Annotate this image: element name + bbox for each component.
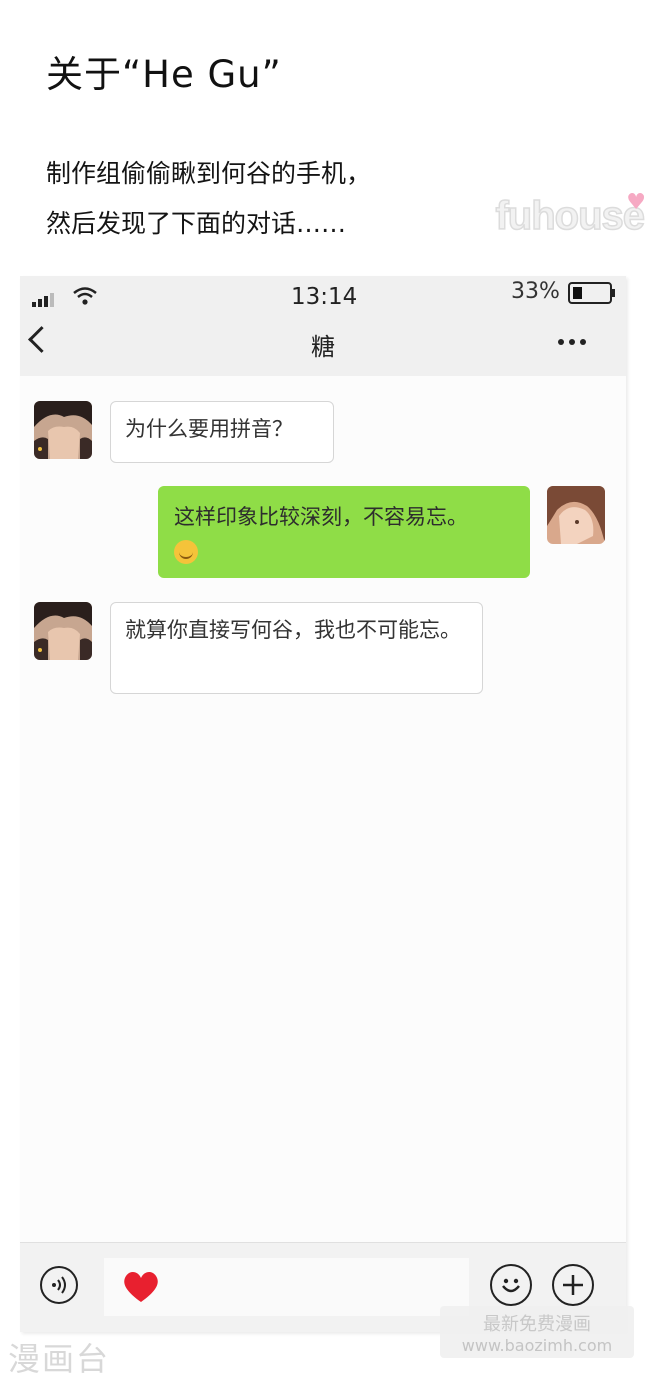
message-text: 为什么要用拼音？	[125, 417, 293, 441]
baozimh-watermark: 最新免费漫画 www.baozimh.com	[440, 1306, 634, 1358]
chat-title: 糖	[311, 333, 335, 361]
smile-emoji-icon	[174, 540, 198, 564]
contact-avatar[interactable]	[34, 401, 92, 459]
message-text: 这样印象比较深刻，不容易忘。	[174, 505, 468, 529]
status-time: 13:14	[291, 284, 358, 310]
baozimh-watermark-line2: www.baozimh.com	[461, 1336, 613, 1355]
message-bubble-received: 为什么要用拼音？	[110, 401, 334, 463]
heart-icon[interactable]	[122, 1270, 160, 1308]
more-options-icon[interactable]	[558, 339, 586, 345]
message-bubble-sent: 这样印象比较深刻，不容易忘。	[158, 486, 530, 578]
fuhouse-watermark: fuhouse	[495, 193, 646, 239]
baozimh-watermark-line1: 最新免费漫画	[483, 1314, 591, 1335]
battery-percent: 33%	[511, 279, 560, 304]
status-and-nav-bar: 13:14 33% 糖	[20, 276, 626, 376]
signal-icon	[32, 293, 54, 307]
intro-line-1: 制作组偷偷瞅到何谷的手机，	[46, 159, 372, 188]
wifi-icon	[72, 286, 98, 310]
phone-screen: 13:14 33% 糖 为什么要用拼音？ 这样印象比较深刻，不容易忘。 就算你直…	[20, 276, 626, 1332]
message-bubble-received: 就算你直接写何谷，我也不可能忘。	[110, 602, 483, 694]
intro-line-2: 然后发现了下面的对话……	[46, 209, 347, 238]
heart-watermark-icon: ♥	[626, 190, 646, 215]
battery-icon	[568, 282, 615, 304]
emoji-icon[interactable]	[490, 1264, 532, 1306]
plus-icon[interactable]	[552, 1264, 594, 1306]
self-avatar[interactable]	[547, 486, 605, 544]
page-title: 关于“He Gu”	[46, 53, 282, 96]
voice-icon[interactable]	[40, 1266, 78, 1304]
manhuatai-watermark: 漫画台	[8, 1340, 111, 1378]
contact-avatar[interactable]	[34, 602, 92, 660]
message-text: 就算你直接写何谷，我也不可能忘。	[125, 618, 461, 642]
